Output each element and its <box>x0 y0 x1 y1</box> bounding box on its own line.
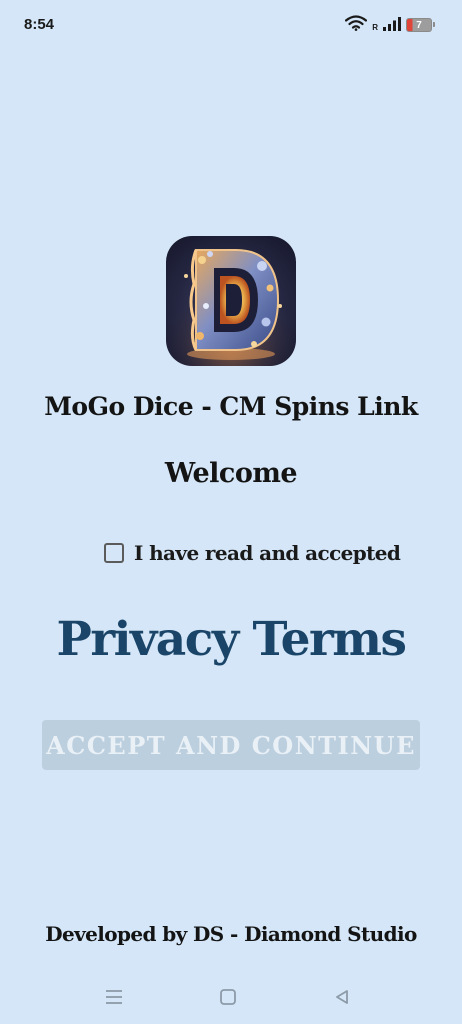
app-logo <box>166 236 296 366</box>
developer-credit: Developed by DS - Diamond Studio <box>45 922 417 946</box>
menu-icon[interactable] <box>101 984 127 1010</box>
app-title: MoGo Dice - CM Spins Link <box>44 392 418 421</box>
accept-checkbox[interactable] <box>104 543 124 563</box>
navigation-bar <box>0 972 462 1024</box>
welcome-heading: Welcome <box>164 458 298 489</box>
back-icon[interactable] <box>329 984 355 1010</box>
signal-icon <box>383 16 401 35</box>
home-icon[interactable] <box>215 984 241 1010</box>
status-bar: 8:54 R 7 <box>0 0 462 52</box>
accept-and-continue-button[interactable]: ACCEPT AND CONTINUE <box>42 720 420 770</box>
privacy-terms-link[interactable]: Privacy Terms <box>0 612 462 667</box>
status-time: 8:54 <box>24 16 55 33</box>
roaming-indicator: R <box>372 23 378 32</box>
battery-icon: 7 <box>406 18 435 32</box>
accept-checkbox-label[interactable]: I have read and accepted <box>134 541 401 565</box>
wifi-icon <box>345 15 368 35</box>
accept-checkbox-row[interactable]: I have read and accepted <box>104 540 401 566</box>
status-icons: R 7 <box>345 15 435 35</box>
